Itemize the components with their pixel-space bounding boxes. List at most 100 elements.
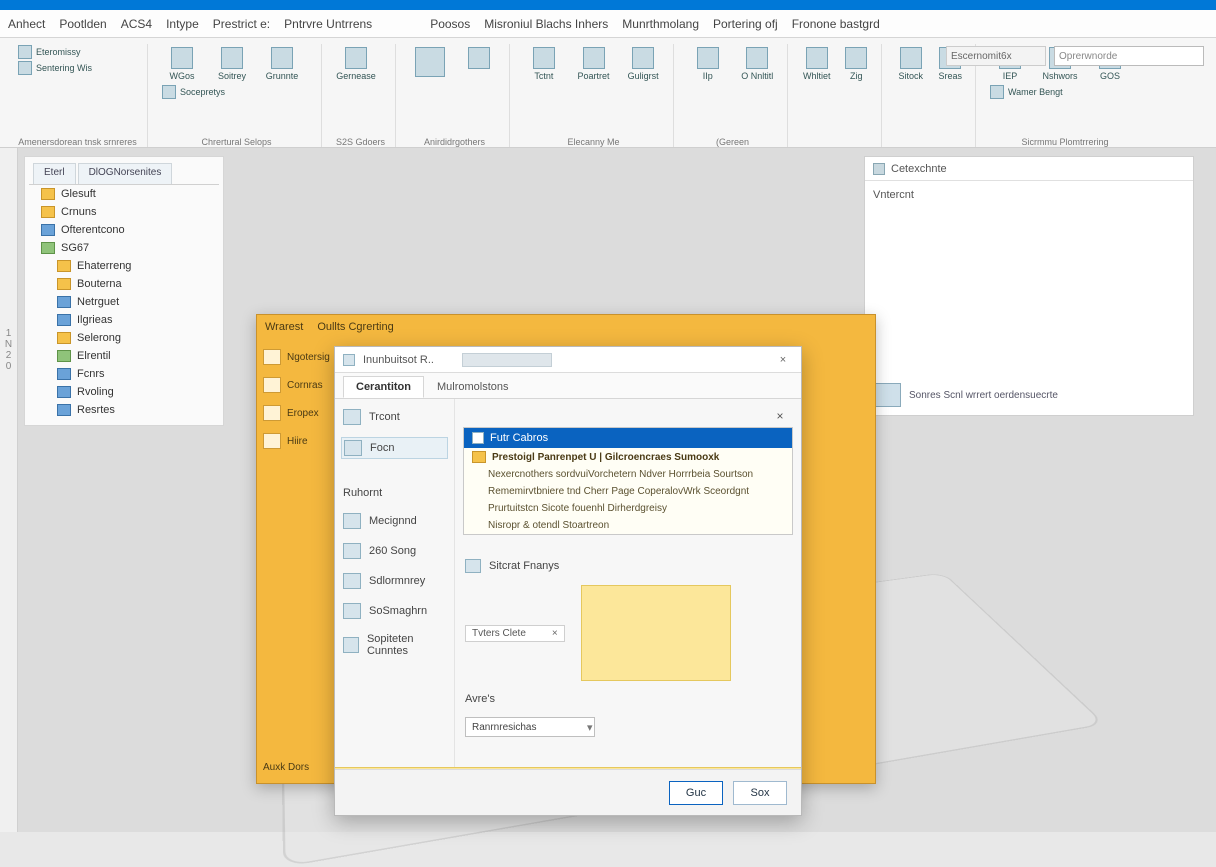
tree-tab[interactable]: Eterl — [33, 163, 76, 184]
list-item[interactable]: Nexercnothers sordvuiVorchetern Ndver Ho… — [464, 466, 792, 483]
generic-icon — [806, 47, 828, 69]
ribbon-tag[interactable]: Escernomit6x — [946, 46, 1046, 66]
ribbon-button[interactable]: Eteromissy — [16, 44, 83, 60]
nav-item[interactable]: 260 Song — [341, 541, 448, 561]
tree-item[interactable]: Crnuns — [29, 203, 219, 221]
tree-item[interactable]: SG67 — [29, 239, 219, 257]
tree-item[interactable]: Ehaterreng — [29, 257, 219, 275]
nav-item[interactable]: Trcont — [341, 407, 448, 427]
search-input[interactable]: Oprerwnorde — [1054, 46, 1204, 66]
chip-close-icon[interactable]: × — [552, 628, 558, 639]
ribbon-button[interactable]: Guligrst — [621, 44, 665, 84]
tree-item[interactable]: Elrentil — [29, 347, 219, 365]
generic-icon — [343, 637, 359, 653]
tree-tab[interactable]: DlOGNorsenites — [78, 163, 173, 184]
folder-icon — [41, 206, 55, 218]
ribbon-button[interactable]: Zig — [840, 44, 874, 84]
ribbon-button[interactable]: IIp — [686, 44, 730, 84]
window-sidebar: Ngotersig Cornras Eropex Hiire Auxk Dors — [257, 339, 343, 783]
generic-icon — [263, 377, 281, 393]
nav-item[interactable]: Sopiteten Cunntes — [341, 631, 448, 659]
tree-item[interactable]: Fcnrs — [29, 365, 219, 383]
ribbon-button[interactable]: Soitrey — [210, 44, 254, 84]
menu-item[interactable]: Misroniul Blachs Inhers — [484, 17, 608, 31]
close-icon[interactable]: × — [773, 354, 793, 366]
dialog-tab[interactable]: Cerantiton — [343, 376, 424, 398]
menu-item[interactable]: ACS4 — [121, 17, 152, 31]
generic-icon — [263, 405, 281, 421]
close-icon[interactable]: × — [771, 409, 789, 423]
sidebar-item[interactable]: Hiire — [263, 433, 337, 449]
text-input[interactable] — [465, 717, 595, 737]
dialog-tab[interactable]: Mulromolstons — [424, 376, 522, 398]
folder-icon — [57, 296, 71, 308]
ribbon-button[interactable]: Sentering Wis — [16, 60, 94, 76]
ribbon-button[interactable]: Wamer Bengt — [988, 84, 1065, 100]
window-tab[interactable]: Oullts Cgrerting — [317, 321, 393, 333]
ribbon-button[interactable]: Sitock — [894, 44, 928, 84]
nav-item[interactable]: Sdlormnrey — [341, 571, 448, 591]
tree-item[interactable]: Ilgrieas — [29, 311, 219, 329]
tree-item[interactable]: Rvoling — [29, 383, 219, 401]
dropdown-icon[interactable]: ▾ — [587, 721, 593, 734]
sidebar-item[interactable]: Auxk Dors — [263, 762, 337, 773]
ribbon-button[interactable]: Poartret — [572, 44, 616, 84]
nav-item[interactable]: Ruhornt — [341, 485, 448, 501]
ribbon-button[interactable]: O Nnltitl — [736, 44, 780, 84]
menu-item[interactable]: Pootlden — [59, 17, 106, 31]
menu-item[interactable]: Poosos — [430, 17, 470, 31]
title-field[interactable] — [462, 353, 552, 367]
window-tab[interactable]: Wrarest — [265, 321, 303, 333]
cancel-button[interactable]: Sox — [733, 781, 787, 805]
generic-icon — [583, 47, 605, 69]
tree-item[interactable]: Ofterentcono — [29, 221, 219, 239]
list-item[interactable]: Prurtuitstcn Sicote fouenhl Dirherdgreis… — [464, 500, 792, 517]
list-header[interactable]: Futr Cabros — [464, 428, 792, 448]
chip[interactable]: Tvters Clete× — [465, 625, 565, 642]
menu-item[interactable]: Pntrvre Untrrens — [284, 17, 372, 31]
ribbon-button[interactable] — [458, 44, 502, 80]
ribbon-button[interactable]: Socepretys — [160, 84, 227, 100]
ribbon-button[interactable]: Gernease — [334, 44, 378, 84]
menu-item[interactable]: Prestrict e: — [213, 17, 270, 31]
nav-item[interactable]: Focn — [341, 437, 448, 459]
tree-tabs: Eterl DlOGNorsenites — [29, 163, 219, 185]
ribbon-group-label: Chrertural Selops — [152, 137, 321, 147]
tree-item[interactable]: Selerong — [29, 329, 219, 347]
sticky-note[interactable] — [581, 585, 731, 681]
generic-icon — [472, 432, 484, 444]
tree-item[interactable]: Resrtes — [29, 401, 219, 419]
folder-icon — [472, 451, 486, 463]
menu-item[interactable]: Fronone bastgrd — [792, 17, 880, 31]
ribbon-group-label: Sicrmmu Plomtrrering — [980, 137, 1150, 147]
menu-item[interactable]: Portering ofj — [713, 17, 778, 31]
ribbon-button[interactable]: Tctnt — [522, 44, 566, 84]
generic-icon — [746, 47, 768, 69]
nav-item[interactable]: Mecignnd — [341, 511, 448, 531]
generic-icon — [465, 559, 481, 573]
ribbon-button[interactable]: WGos — [160, 44, 204, 84]
list-item[interactable]: Rememirvtbniere tnd Cherr Page Coperalov… — [464, 483, 792, 500]
list-item[interactable]: Nisropr & otendl Stoartreon — [464, 517, 792, 534]
folder-icon — [57, 404, 71, 416]
ok-button[interactable]: Guc — [669, 781, 723, 805]
generic-icon — [697, 47, 719, 69]
ribbon-button[interactable]: Grunnte — [260, 44, 304, 84]
menu-item[interactable]: Intype — [166, 17, 199, 31]
menu-item[interactable]: Munrthmolang — [622, 17, 699, 31]
generic-icon — [345, 47, 367, 69]
left-gutter: 1N20 — [0, 148, 18, 832]
tree-item[interactable]: Glesuft — [29, 185, 219, 203]
sidebar-item[interactable]: Eropex — [263, 405, 337, 421]
ribbon-button[interactable] — [408, 44, 452, 80]
menu-item[interactable]: Anhect — [8, 17, 45, 31]
nav-item[interactable]: SoSmaghrn — [341, 601, 448, 621]
folder-icon — [57, 332, 71, 344]
tree-item[interactable]: Bouterna — [29, 275, 219, 293]
sidebar-item[interactable]: Ngotersig — [263, 349, 337, 365]
ribbon-group: Anirdidrgothers — [400, 44, 510, 147]
ribbon-group-label: (Gereen — [678, 137, 787, 147]
tree-item[interactable]: Netrguet — [29, 293, 219, 311]
ribbon-button[interactable]: Whltiet — [800, 44, 834, 84]
sidebar-item[interactable]: Cornras — [263, 377, 337, 393]
